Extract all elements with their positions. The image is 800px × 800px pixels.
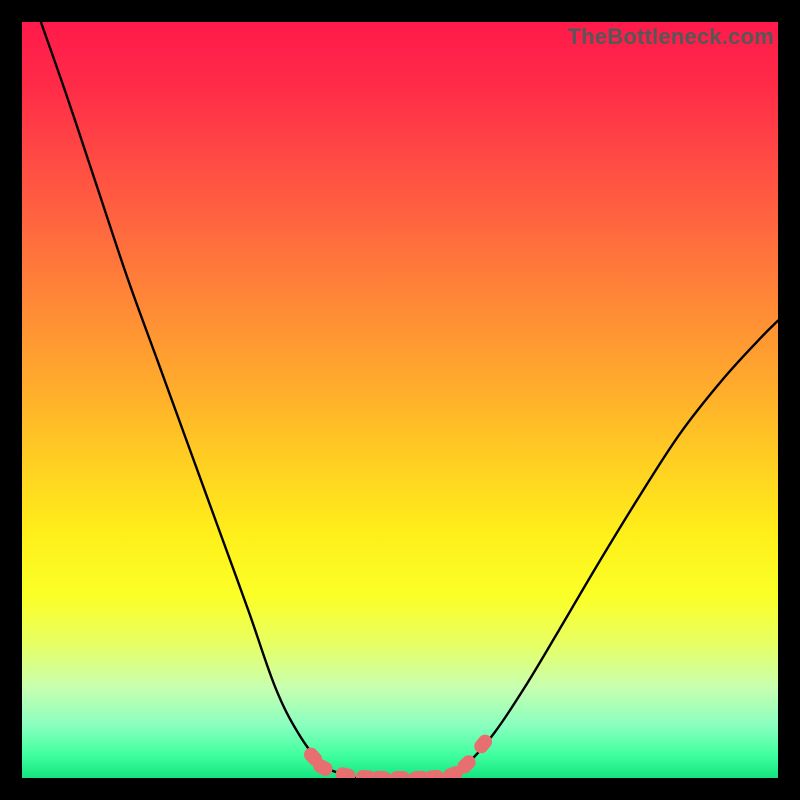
lines-group — [41, 22, 778, 778]
chart-frame: TheBottleneck.com — [0, 0, 800, 800]
valley-marker — [423, 769, 444, 778]
markers-group — [301, 732, 495, 778]
valley-marker — [371, 771, 391, 778]
chart-svg — [22, 22, 778, 778]
bottleneck-curve — [41, 22, 778, 778]
valley-marker — [390, 771, 410, 778]
valley-marker — [334, 766, 357, 778]
watermark-text: TheBottleneck.com — [568, 24, 774, 50]
